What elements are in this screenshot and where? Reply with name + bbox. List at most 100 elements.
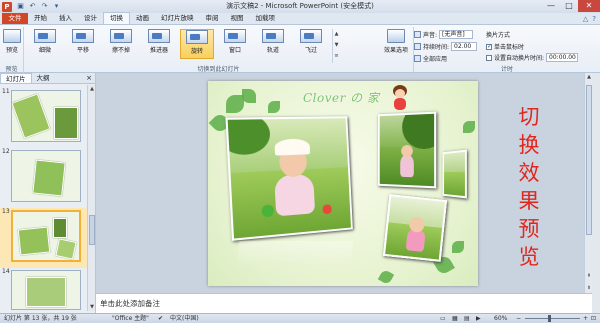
transition-thumbnail-icon: [34, 29, 56, 43]
minimize-ribbon-icon[interactable]: △: [583, 15, 588, 23]
duration-spinner[interactable]: 02.00: [451, 42, 478, 51]
transition-thumbnail-icon: [186, 30, 208, 44]
tab-animations[interactable]: 动画: [130, 13, 155, 24]
tab-insert[interactable]: 插入: [53, 13, 78, 24]
on-mouse-click-checkbox[interactable]: [486, 43, 492, 50]
zoom-slider[interactable]: [525, 318, 580, 319]
transition-orbit[interactable]: 轨道: [256, 29, 290, 59]
gallery-up-arrow-icon[interactable]: ▲: [333, 29, 340, 40]
tab-slides[interactable]: 幻灯片: [0, 73, 32, 83]
slide-thumbnail-row[interactable]: 12: [0, 148, 88, 208]
minimize-button[interactable]: —: [542, 0, 560, 12]
after-time-label: 设置自动换片时间:: [494, 55, 545, 62]
slide-thumbnail-row-selected[interactable]: 13: [0, 208, 88, 268]
tab-slideshow[interactable]: 幻灯片放映: [155, 13, 200, 24]
help-icon[interactable]: ?: [592, 15, 596, 23]
gallery-down-arrow-icon[interactable]: ▼: [333, 40, 340, 51]
slide-thumbnail-row[interactable]: 11: [0, 88, 88, 148]
sound-icon: [414, 31, 421, 38]
transition-pan[interactable]: 平移: [66, 29, 100, 59]
preview-icon: [3, 29, 21, 43]
close-button[interactable]: ✕: [578, 0, 600, 12]
next-slide-icon[interactable]: ⇟: [585, 285, 593, 291]
tab-addins[interactable]: 加载项: [250, 13, 282, 24]
fit-to-window-icon[interactable]: ⊡: [591, 314, 596, 323]
thumbnail-photo: [12, 93, 51, 139]
spellcheck-icon[interactable]: ✔: [158, 314, 163, 323]
current-slide[interactable]: Clover の 家: [208, 81, 478, 286]
slide-thumbnail: [11, 90, 81, 142]
slide-thumbnail: [11, 270, 81, 310]
tab-transitions[interactable]: 切换: [103, 12, 130, 24]
on-mouse-click-label: 单击鼠标时: [494, 44, 525, 51]
reading-view-icon[interactable]: ▤: [464, 314, 470, 323]
tab-review[interactable]: 审阅: [200, 13, 225, 24]
slides-panel-scrollbar[interactable]: ▲ ▼: [87, 85, 95, 311]
powerpoint-app-icon[interactable]: P: [2, 1, 12, 12]
slide-thumbnail: [11, 150, 81, 202]
transition-thumbnail-icon: [300, 29, 322, 43]
transition-rotate[interactable]: 旋转: [180, 29, 214, 59]
transition-subtle[interactable]: 细微: [28, 29, 62, 59]
clover-decoration: [268, 101, 280, 113]
scroll-up-arrow-icon[interactable]: ▲: [88, 86, 96, 92]
previous-slide-icon[interactable]: ⇞: [585, 273, 593, 279]
gallery-group-label: 切换到此幻灯片: [197, 66, 240, 73]
transition-thumbnail-icon: [224, 29, 246, 43]
transition-thumbnail-icon: [262, 29, 284, 43]
timing-group-label: 计时: [500, 66, 513, 73]
save-icon[interactable]: ▣: [16, 2, 25, 11]
scrollbar-thumb[interactable]: [89, 215, 95, 245]
zoom-level[interactable]: 60%: [494, 314, 507, 323]
slide-sorter-icon[interactable]: ▦: [452, 314, 458, 323]
after-time-checkbox[interactable]: [486, 54, 492, 61]
thumbnail-photo: [26, 277, 66, 307]
slideshow-view-icon[interactable]: ▶: [476, 314, 481, 323]
tab-design[interactable]: 设计: [78, 13, 103, 24]
zoom-slider-knob[interactable]: [548, 315, 551, 322]
tab-file[interactable]: 文件: [2, 13, 28, 24]
tab-outline[interactable]: 大纲: [32, 73, 55, 83]
timing-group: 声音: [无声音] 持续时间: 02.00 全部应用 换片方式 单击鼠标时 设置…: [414, 27, 600, 73]
scrollbar-thumb[interactable]: [586, 85, 592, 235]
after-time-spinner[interactable]: 00:00.00: [546, 53, 579, 62]
maximize-button[interactable]: □: [560, 0, 578, 12]
gallery-more-icon[interactable]: ≡: [333, 51, 340, 62]
transition-thumbnail-icon: [110, 29, 132, 43]
clover-decoration: [377, 268, 395, 286]
thumbnail-photo: [17, 226, 51, 256]
transition-preview-caption: 切换效果预览: [518, 105, 540, 269]
scroll-up-arrow-icon[interactable]: ▲: [585, 74, 593, 80]
customize-qat-icon[interactable]: ▾: [52, 2, 61, 11]
close-panel-icon[interactable]: ×: [86, 73, 95, 83]
zoom-out-icon[interactable]: −: [516, 314, 521, 323]
slide-editing-area: Clover の 家 切换效果预览 ▲ ⇞ ⇟: [96, 73, 592, 293]
sound-dropdown[interactable]: [无声音]: [439, 30, 474, 39]
tab-home[interactable]: 开始: [28, 13, 53, 24]
transition-window[interactable]: 窗口: [218, 29, 252, 59]
preview-button[interactable]: 预览: [0, 29, 24, 59]
redo-icon[interactable]: ↷: [40, 2, 49, 11]
scroll-down-arrow-icon[interactable]: ▼: [88, 304, 96, 310]
effect-options-button[interactable]: 效果选项: [382, 29, 410, 59]
window-title: 演示文稿2 - Microsoft PowerPoint (安全模式): [226, 2, 374, 10]
undo-icon[interactable]: ↶: [28, 2, 37, 11]
notes-pane[interactable]: 单击此处添加备注: [96, 293, 592, 313]
transition-wipe[interactable]: 擦不掉: [104, 29, 138, 59]
slide-area-scrollbar[interactable]: ▲ ⇞ ⇟: [584, 73, 592, 293]
normal-view-icon[interactable]: ▭: [440, 314, 446, 323]
gallery-scroll: ▲ ▼ ≡: [332, 29, 340, 63]
status-bar: 幻灯片 第 13 张，共 19 张 "Office 主题" ✔ 中文(中国) ▭…: [0, 313, 600, 323]
ribbon-tabs: 文件 开始 插入 设计 切换 动画 幻灯片放映 审阅 视图 加载项 △ ?: [0, 12, 600, 25]
thumbnail-photo: [32, 159, 66, 197]
language-status[interactable]: 中文(中国): [170, 314, 199, 323]
transition-conveyor[interactable]: 推进器: [142, 29, 176, 59]
photo-bottom-right: [382, 194, 448, 262]
window-controls: — □ ✕: [542, 0, 600, 12]
apply-all-label: 全部应用: [423, 56, 448, 63]
apply-all-button[interactable]: 全部应用: [414, 54, 447, 63]
zoom-in-icon[interactable]: +: [583, 314, 588, 323]
slide-title: Clover の 家: [303, 91, 380, 105]
transition-fly-through[interactable]: 飞过: [294, 29, 328, 59]
tab-view[interactable]: 视图: [225, 13, 250, 24]
